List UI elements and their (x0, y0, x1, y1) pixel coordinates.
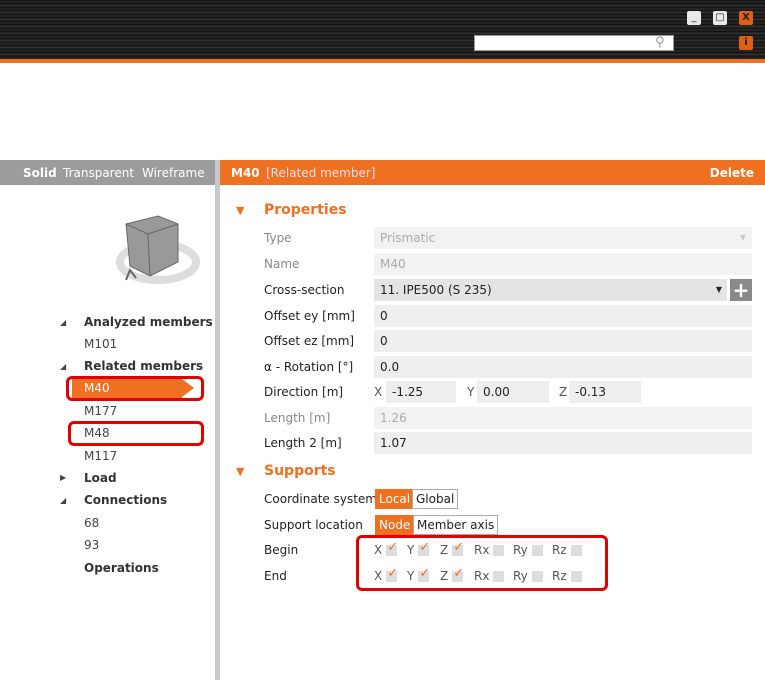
dropdown-icon: ▼ (715, 285, 722, 294)
name-label: Name (264, 257, 300, 271)
coord-local-button[interactable]: Local (375, 489, 415, 509)
tree-item-68[interactable]: 68 (84, 516, 99, 530)
search-icon[interactable]: ⚲ (655, 35, 665, 50)
tree-analyzed-members[interactable]: Analyzed members (84, 315, 213, 329)
delete-button[interactable]: Delete (710, 166, 754, 180)
location-member-axis-button[interactable]: Member axis (413, 515, 499, 535)
end-label: End (264, 569, 287, 583)
support-location-label: Support location (264, 518, 363, 532)
offset-ez-label: Offset ez [mm] (264, 334, 355, 348)
view-transparent[interactable]: Transparent (63, 166, 134, 180)
maximize-icon[interactable]: ▢ (713, 11, 727, 25)
dir-x-label: X (374, 385, 383, 399)
cross-section-select[interactable]: 11. IPE500 (S 235) ▼ (374, 279, 727, 301)
begin-label: Begin (264, 543, 299, 557)
type-select: Prismatic ▼ (374, 227, 752, 249)
dir-z-label: Z (559, 385, 568, 399)
offset-ez-input[interactable]: 0 (374, 330, 752, 352)
close-icon[interactable]: X (739, 11, 753, 25)
length2-input[interactable]: 1.07 (374, 432, 752, 454)
member-kind: [Related member] (266, 166, 376, 180)
cross-section-value: 11. IPE500 (S 235) (380, 283, 492, 297)
tree-item-93[interactable]: 93 (84, 538, 99, 552)
length-label: Length [m] (264, 411, 331, 425)
tree-load[interactable]: Load (84, 471, 117, 485)
length-input: 1.26 (374, 407, 752, 429)
collapse-icon[interactable]: ◢ (60, 362, 66, 371)
minimize-icon[interactable]: _ (687, 11, 701, 25)
title-bar (0, 0, 765, 60)
dir-x-input[interactable]: -1.25 (386, 381, 456, 403)
name-input: M40 (374, 253, 752, 275)
view-mode-bar: Solid Transparent Wireframe (0, 160, 215, 185)
view-wireframe[interactable]: Wireframe (142, 166, 205, 180)
expand-icon[interactable]: ▶ (60, 473, 66, 482)
tree-operations[interactable]: Operations (84, 561, 159, 575)
rotation-input[interactable]: 0.0 (374, 356, 752, 378)
dir-z-input[interactable]: -0.13 (569, 381, 641, 403)
coord-system-label: Coordinate system (264, 492, 377, 506)
tree-related-members[interactable]: Related members (84, 359, 203, 373)
tree-item-m117[interactable]: M117 (84, 449, 117, 463)
type-label: Type (264, 231, 292, 245)
location-node-button[interactable]: Node (375, 515, 415, 535)
section-properties[interactable]: Properties (264, 202, 347, 218)
view-cube-icon[interactable] (108, 212, 203, 292)
type-value: Prismatic (380, 231, 436, 245)
offset-ey-input[interactable]: 0 (374, 305, 752, 327)
view-solid[interactable]: Solid (23, 166, 57, 180)
section-supports[interactable]: Supports (264, 463, 336, 479)
collapse-icon[interactable]: ◢ (60, 496, 66, 505)
rotation-label: α - Rotation [°] (264, 360, 354, 374)
cross-section-label: Cross-section (264, 283, 345, 297)
scrollbar[interactable] (215, 160, 220, 680)
collapse-icon[interactable]: ▼ (236, 204, 244, 217)
highlight-m40 (66, 376, 204, 401)
highlight-supports (356, 535, 608, 591)
dir-y-label: Y (467, 385, 475, 399)
tree-connections[interactable]: Connections (84, 493, 167, 507)
tree-item-m101[interactable]: M101 (84, 337, 117, 351)
length2-label: Length 2 [m] (264, 436, 342, 450)
tree-item-m177[interactable]: M177 (84, 404, 117, 418)
member-header: M40 [Related member] Delete (220, 160, 765, 185)
search-input[interactable] (474, 35, 674, 51)
info-icon[interactable]: i (739, 36, 753, 50)
direction-label: Direction [m] (264, 385, 344, 399)
highlight-m48 (68, 421, 204, 446)
dir-y-input[interactable]: 0.00 (477, 381, 549, 403)
collapse-icon[interactable]: ▼ (236, 465, 244, 478)
coord-global-button[interactable]: Global (412, 489, 459, 509)
member-name: M40 (231, 166, 260, 180)
collapse-icon[interactable]: ◢ (60, 318, 66, 327)
accent-line (0, 59, 765, 63)
add-cross-section-button[interactable]: + (730, 279, 752, 301)
offset-ey-label: Offset ey [mm] (264, 309, 355, 323)
dropdown-icon: ▼ (739, 233, 746, 242)
